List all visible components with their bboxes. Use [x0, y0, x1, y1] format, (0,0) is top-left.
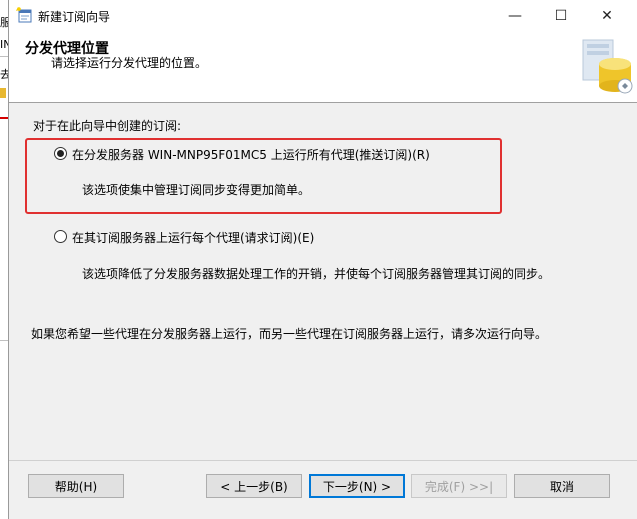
background-text-3: 去: [0, 68, 8, 81]
group-label: 对于在此向导中创建的订阅:: [33, 119, 182, 133]
pull-subscription-label[interactable]: 在其订阅服务器上运行每个代理(请求订阅)(E): [72, 229, 314, 246]
maximize-button[interactable]: ☐: [538, 0, 584, 32]
close-button[interactable]: ✕: [584, 0, 630, 32]
close-icon: ✕: [601, 8, 613, 24]
maximize-icon: ☐: [554, 8, 568, 24]
cancel-button[interactable]: 取消: [514, 474, 610, 498]
multiple-run-note: 如果您希望一些代理在分发服务器上运行，而另一些代理在订阅服务器上运行，请多次运行…: [31, 327, 548, 341]
pull-subscription-radio[interactable]: [54, 230, 67, 243]
background-red-line: [0, 117, 8, 119]
minimize-icon: —: [508, 8, 522, 24]
page-subtitle: 请选择运行分发代理的位置。: [51, 56, 208, 70]
finish-button[interactable]: 完成(F) >>|: [411, 474, 507, 498]
push-subscription-description: 该选项使集中管理订阅同步变得更加简单。: [82, 183, 311, 197]
background-folder-icon: [0, 88, 6, 98]
minimize-button[interactable]: —: [492, 0, 538, 32]
back-button[interactable]: < 上一步(B): [206, 474, 302, 498]
radio-selected-dot: [57, 150, 64, 157]
button-bar-divider: [9, 460, 637, 461]
background-divider: [0, 56, 8, 57]
database-server-icon: [582, 39, 633, 94]
new-subscription-wizard: 新建订阅向导 — ☐ ✕ 分发代理位置 请选择运行分发代理的位置。 对于在此向导…: [8, 0, 637, 519]
push-subscription-label[interactable]: 在分发服务器 WIN-MNP95F01MC5 上运行所有代理(推送订阅)(R): [72, 146, 430, 163]
pull-subscription-description: 该选项降低了分发服务器数据处理工作的开销，并使每个订阅服务器管理其订阅的同步。: [82, 267, 551, 281]
background-text-2: IN: [0, 38, 8, 51]
push-subscription-radio[interactable]: [54, 147, 67, 160]
help-button[interactable]: 帮助(H): [28, 474, 124, 498]
wizard-header: 分发代理位置 请选择运行分发代理的位置。: [9, 32, 637, 103]
title-bar[interactable]: 新建订阅向导 — ☐ ✕: [9, 0, 637, 32]
background-text-1: 服: [0, 16, 8, 29]
background-divider-2: [0, 340, 8, 341]
next-button[interactable]: 下一步(N) >: [309, 474, 405, 498]
window-title: 新建订阅向导: [38, 10, 111, 24]
wizard-app-icon: [16, 7, 32, 23]
